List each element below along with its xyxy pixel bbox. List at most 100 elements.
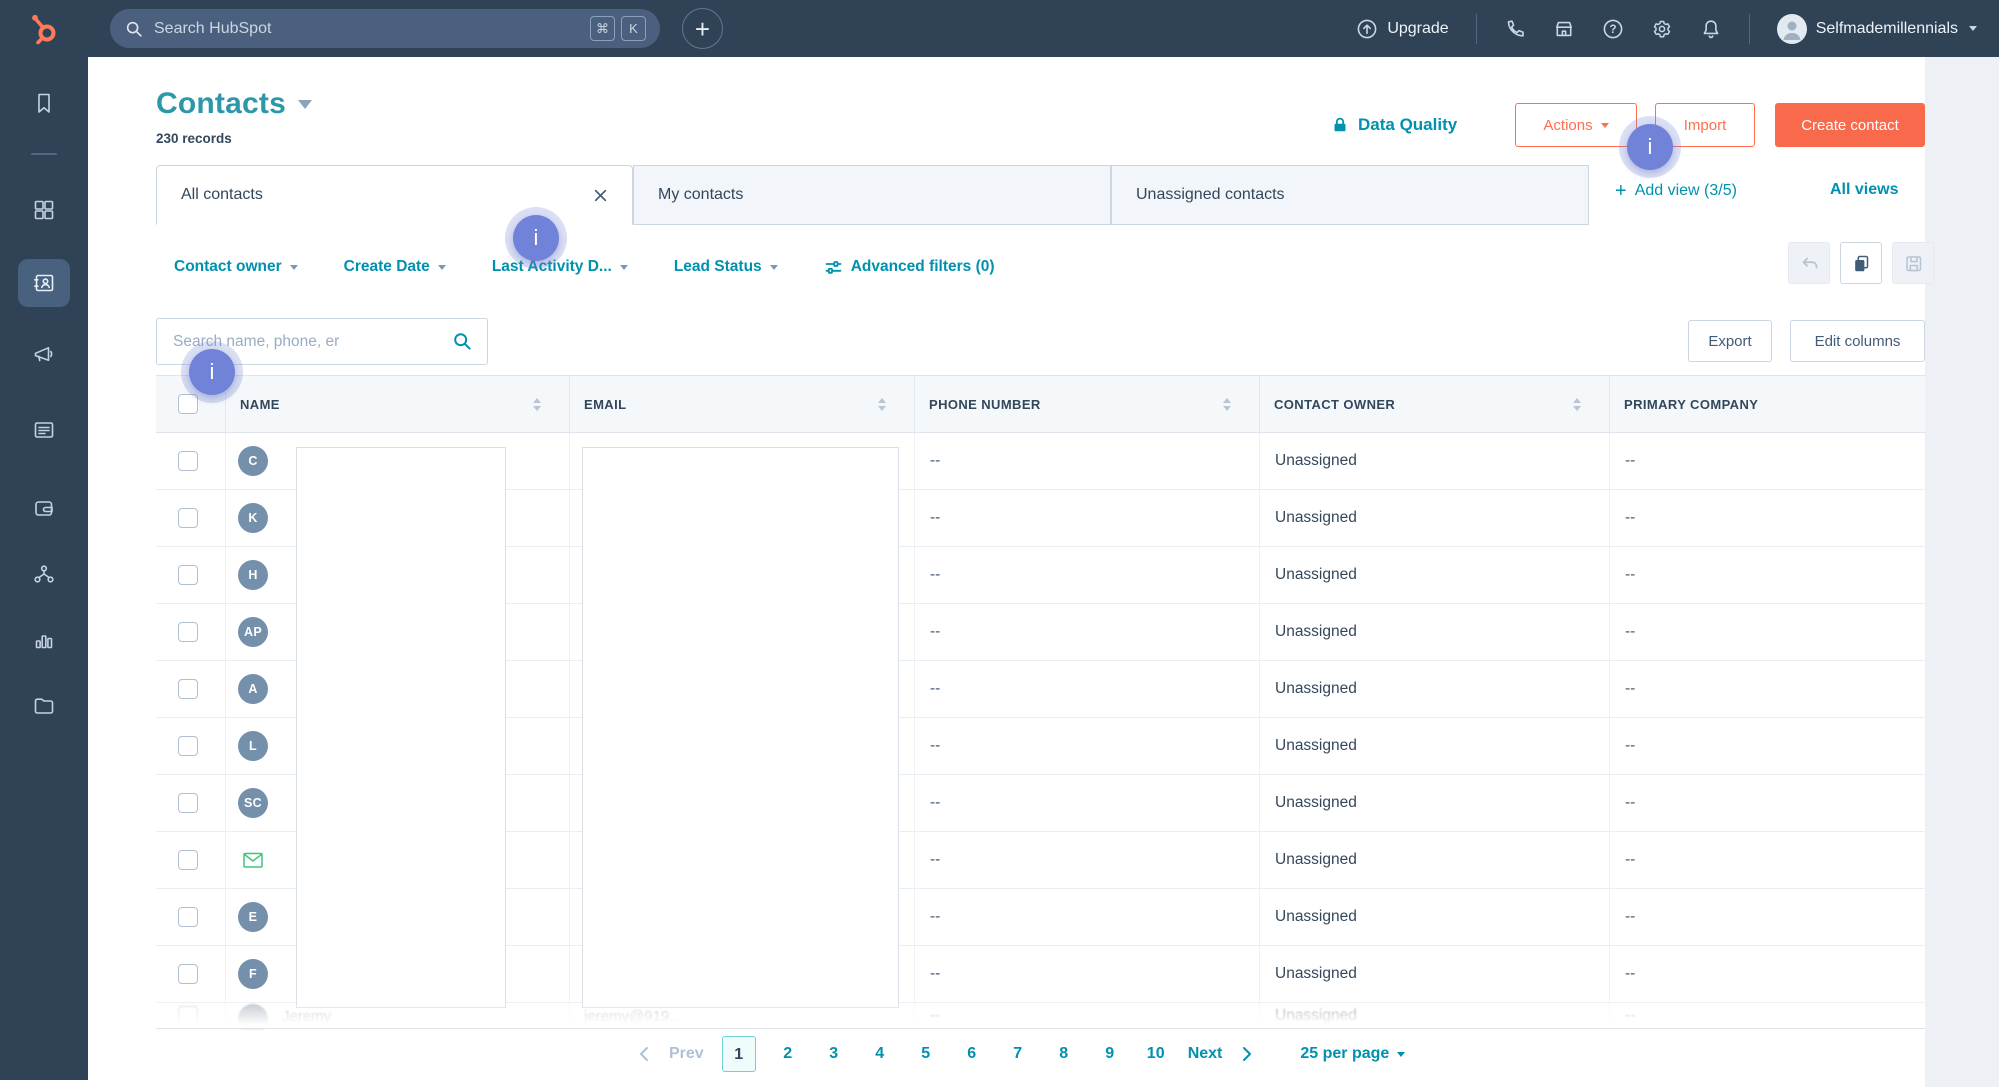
sidebar-item-marketing[interactable] bbox=[18, 331, 70, 379]
contact-owner-value: Unassigned bbox=[1260, 794, 1357, 812]
sidebar-item-library[interactable] bbox=[18, 682, 70, 730]
account-menu[interactable]: Selfmademillennials bbox=[1777, 14, 1977, 44]
row-checkbox[interactable] bbox=[178, 565, 198, 585]
advanced-filters-link[interactable]: Advanced filters (0) bbox=[824, 258, 995, 277]
page-button-7[interactable]: 7 bbox=[1004, 1045, 1032, 1063]
phone-value: -- bbox=[915, 452, 940, 470]
row-checkbox[interactable] bbox=[178, 451, 198, 471]
hubspot-logo-icon[interactable] bbox=[0, 11, 88, 47]
edit-columns-button[interactable]: Edit columns bbox=[1790, 320, 1925, 362]
row-checkbox[interactable] bbox=[178, 907, 198, 927]
company-value: -- bbox=[1610, 794, 1635, 812]
settings-gear-icon[interactable] bbox=[1651, 18, 1673, 40]
contact-avatar: A bbox=[238, 674, 268, 704]
contact-avatar: L bbox=[238, 731, 268, 761]
close-tab-icon[interactable] bbox=[593, 188, 608, 203]
view-tab-my-contacts[interactable]: My contacts bbox=[633, 165, 1111, 225]
row-checkbox[interactable] bbox=[178, 679, 198, 699]
chevron-left-icon[interactable] bbox=[637, 1046, 651, 1062]
phone-value: -- bbox=[915, 851, 940, 869]
page-button-1[interactable]: 1 bbox=[722, 1036, 756, 1072]
phone-value: -- bbox=[915, 680, 940, 698]
view-tab-all-contacts[interactable]: All contacts bbox=[156, 165, 633, 225]
row-checkbox[interactable] bbox=[178, 736, 198, 756]
create-contact-button[interactable]: Create contact bbox=[1775, 103, 1925, 147]
data-quality-link[interactable]: Data Quality bbox=[1331, 103, 1457, 147]
sidebar-item-reporting[interactable] bbox=[18, 616, 70, 664]
row-checkbox[interactable] bbox=[178, 793, 198, 813]
chevron-right-icon[interactable] bbox=[1240, 1046, 1254, 1062]
undo-button[interactable] bbox=[1788, 242, 1830, 284]
column-header-phone: PHONE NUMBER bbox=[929, 397, 1041, 412]
page-button-5[interactable]: 5 bbox=[912, 1045, 940, 1063]
page-title-dropdown[interactable]: Contacts bbox=[156, 87, 312, 121]
calling-icon[interactable] bbox=[1504, 18, 1526, 40]
row-checkbox[interactable] bbox=[178, 508, 198, 528]
page-button-4[interactable]: 4 bbox=[866, 1045, 894, 1063]
page-button-8[interactable]: 8 bbox=[1050, 1045, 1078, 1063]
save-view-button[interactable] bbox=[1892, 242, 1934, 284]
sidebar-item-bookmarks[interactable] bbox=[18, 79, 70, 127]
row-checkbox[interactable] bbox=[178, 622, 198, 642]
help-icon[interactable]: ? bbox=[1602, 18, 1624, 40]
filter-last-activity-date[interactable]: Last Activity D... bbox=[492, 258, 628, 276]
select-all-checkbox[interactable] bbox=[178, 394, 198, 414]
sort-phone-button[interactable] bbox=[1223, 398, 1231, 411]
divider bbox=[1749, 14, 1750, 44]
bookmark-icon bbox=[32, 91, 56, 115]
sidebar-item-contacts[interactable] bbox=[18, 259, 70, 307]
page-button-2[interactable]: 2 bbox=[774, 1045, 802, 1063]
sidebar-item-automations[interactable] bbox=[18, 550, 70, 598]
chevron-down-icon bbox=[1969, 26, 1977, 31]
filter-create-date[interactable]: Create Date bbox=[344, 258, 446, 276]
chevron-down-icon bbox=[620, 265, 628, 270]
notifications-bell-icon[interactable] bbox=[1700, 18, 1722, 40]
upgrade-link[interactable]: Upgrade bbox=[1356, 18, 1448, 40]
per-page-selector[interactable]: 25 per page bbox=[1300, 1045, 1405, 1063]
sort-name-button[interactable] bbox=[533, 398, 541, 411]
sliders-icon bbox=[824, 258, 843, 277]
search-icon bbox=[124, 19, 144, 39]
global-search-input[interactable]: Search HubSpot ⌘ K bbox=[110, 9, 660, 48]
divider bbox=[1476, 14, 1477, 44]
all-views-link[interactable]: All views bbox=[1830, 181, 1898, 199]
row-checkbox[interactable] bbox=[178, 964, 198, 984]
table-header-row: NAME EMAIL PHONE NUMBER CONTACT OWNER PR… bbox=[156, 375, 1925, 433]
sort-email-button[interactable] bbox=[878, 398, 886, 411]
chevron-down-icon bbox=[770, 265, 778, 270]
contact-avatar: K bbox=[238, 503, 268, 533]
bar-chart-icon bbox=[32, 628, 56, 652]
contact-avatar: AP bbox=[238, 617, 268, 647]
info-marker-import[interactable]: i bbox=[1627, 124, 1673, 170]
account-avatar bbox=[1777, 14, 1807, 44]
sidebar-item-commerce[interactable] bbox=[18, 484, 70, 532]
page-button-3[interactable]: 3 bbox=[820, 1045, 848, 1063]
quick-create-button[interactable]: + bbox=[682, 8, 723, 49]
view-tab-unassigned-contacts[interactable]: Unassigned contacts bbox=[1111, 165, 1589, 225]
filter-contact-owner[interactable]: Contact owner bbox=[174, 258, 298, 276]
pagination-bar: Prev 123456789 10 Next 25 per page bbox=[637, 1032, 1405, 1076]
page-button-9[interactable]: 9 bbox=[1096, 1045, 1124, 1063]
marketplace-icon[interactable] bbox=[1553, 18, 1575, 40]
k-key-badge: K bbox=[621, 16, 646, 41]
export-button[interactable]: Export bbox=[1688, 320, 1772, 362]
next-page-button[interactable]: Next bbox=[1188, 1045, 1223, 1063]
info-marker-search[interactable]: i bbox=[189, 349, 235, 395]
actions-button[interactable]: Actions bbox=[1515, 103, 1637, 147]
prev-page-button[interactable]: Prev bbox=[669, 1045, 704, 1063]
filter-lead-status[interactable]: Lead Status bbox=[674, 258, 778, 276]
add-view-link[interactable]: + Add view (3/5) bbox=[1615, 181, 1737, 201]
search-icon[interactable] bbox=[452, 331, 473, 352]
sidebar-divider bbox=[31, 153, 57, 155]
company-value: -- bbox=[1610, 737, 1635, 755]
page-button-10[interactable]: 10 bbox=[1142, 1045, 1170, 1063]
info-marker-filters[interactable]: i bbox=[513, 215, 559, 261]
copy-view-button[interactable] bbox=[1840, 242, 1882, 284]
svg-text:?: ? bbox=[1609, 24, 1616, 36]
table-bottom-fade bbox=[156, 1001, 1925, 1029]
sidebar-item-content[interactable] bbox=[18, 406, 70, 454]
sidebar-item-dashboard[interactable] bbox=[18, 186, 70, 234]
row-checkbox[interactable] bbox=[178, 850, 198, 870]
page-button-6[interactable]: 6 bbox=[958, 1045, 986, 1063]
sort-owner-button[interactable] bbox=[1573, 398, 1581, 411]
